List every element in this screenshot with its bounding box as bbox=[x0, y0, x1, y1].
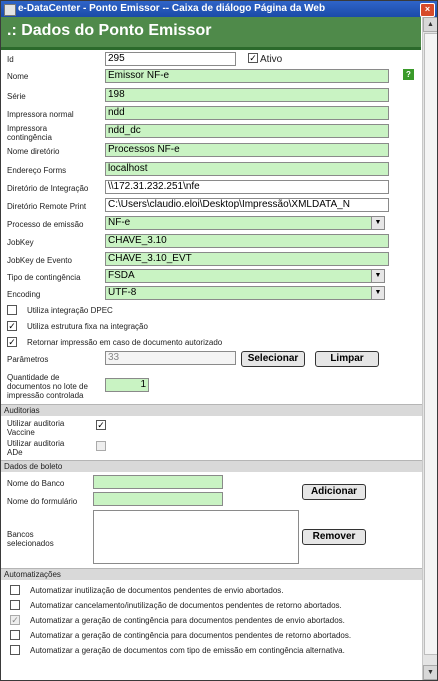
chevron-down-icon[interactable]: ▼ bbox=[371, 217, 384, 229]
endereco-forms-input[interactable]: localhost bbox=[105, 162, 389, 176]
parametros-input[interactable]: 33 bbox=[105, 351, 236, 365]
auditorias-section-header: Auditorias bbox=[1, 404, 422, 416]
ade-checkbox[interactable] bbox=[96, 441, 106, 451]
id-input[interactable]: 295 bbox=[105, 52, 236, 66]
encoding-value: UTF-8 bbox=[108, 287, 137, 298]
estrutura-fixa-checkbox[interactable]: ✓ bbox=[7, 321, 17, 331]
ativo-label: Ativo bbox=[260, 54, 283, 65]
vaccine-checkbox[interactable]: ✓ bbox=[96, 420, 106, 430]
close-button[interactable]: × bbox=[420, 3, 435, 17]
jobkey-evento-input[interactable]: CHAVE_3.10_EVT bbox=[105, 252, 389, 266]
impressora-contingencia-label-2: contingência bbox=[7, 133, 52, 142]
impressora-normal-input[interactable]: ndd bbox=[105, 106, 389, 120]
impressora-normal-label: Impressora normal bbox=[7, 110, 74, 119]
page-title: .: Dados do Ponto Emissor bbox=[7, 22, 212, 39]
processo-emissao-label: Processo de emissão bbox=[7, 220, 84, 229]
auto-inutilizacao-label: Automatizar inutilização de documentos p… bbox=[30, 586, 284, 595]
help-icon[interactable]: ? bbox=[403, 69, 414, 80]
bancos-selecionados-label-1: Bancos bbox=[7, 530, 34, 539]
chevron-down-icon[interactable]: ▼ bbox=[371, 270, 384, 282]
tipo-contingencia-label: Tipo de contingência bbox=[7, 273, 81, 282]
bancos-selecionados-label-2: selecionados bbox=[7, 539, 54, 548]
impressora-contingencia-label-1: Impressora bbox=[7, 124, 48, 133]
formulario-label: Nome do formulário bbox=[7, 497, 78, 506]
auto-contingencia-envio-checkbox[interactable]: ✓ bbox=[10, 615, 20, 625]
dpec-checkbox[interactable] bbox=[7, 305, 17, 315]
auto-emissao-alternativa-label: Automatizar a geração de documentos com … bbox=[30, 646, 345, 655]
serie-label: Série bbox=[7, 92, 26, 101]
title-bar: e-DataCenter - Ponto Emissor -- Caixa de… bbox=[1, 1, 437, 17]
scroll-down-button[interactable]: ▼ bbox=[423, 665, 437, 680]
vaccine-label-2: Vaccine bbox=[7, 428, 35, 437]
nome-label: Nome bbox=[7, 72, 29, 81]
endereco-forms-label: Endereço Forms bbox=[7, 166, 67, 175]
vaccine-label-1: Utilizar auditoria bbox=[7, 419, 65, 428]
ade-label-1: Utilizar auditoria bbox=[7, 439, 65, 448]
serie-input[interactable]: 198 bbox=[105, 88, 389, 102]
banco-input[interactable] bbox=[93, 475, 223, 489]
retornar-impressao-label: Retornar impressão em caso de documento … bbox=[27, 338, 223, 347]
limpar-button[interactable]: Limpar bbox=[315, 351, 379, 367]
scroll-thumb[interactable] bbox=[424, 33, 437, 655]
quantidade-input[interactable]: 1 bbox=[105, 378, 149, 392]
window-title: e-DataCenter - Ponto Emissor -- Caixa de… bbox=[18, 3, 326, 14]
tipo-contingencia-select[interactable]: FSDA ▼ bbox=[105, 269, 385, 283]
diretorio-integracao-label: Diretório de Integração bbox=[7, 184, 89, 193]
chevron-down-icon[interactable]: ▼ bbox=[371, 287, 384, 299]
auto-cancelamento-checkbox[interactable] bbox=[10, 600, 20, 610]
app-icon bbox=[4, 4, 16, 16]
jobkey-label: JobKey bbox=[7, 238, 34, 247]
jobkey-evento-label: JobKey de Evento bbox=[7, 256, 72, 265]
auto-cancelamento-label: Automatizar cancelamento/inutilização de… bbox=[30, 601, 342, 610]
auto-emissao-alternativa-checkbox[interactable] bbox=[10, 645, 20, 655]
jobkey-input[interactable]: CHAVE_3.10 bbox=[105, 234, 389, 248]
ativo-checkbox[interactable]: ✓ bbox=[248, 53, 258, 63]
diretorio-integracao-input[interactable]: \\172.31.232.251\nfe bbox=[105, 180, 389, 194]
adicionar-button[interactable]: Adicionar bbox=[302, 484, 366, 500]
dialog-window: e-DataCenter - Ponto Emissor -- Caixa de… bbox=[0, 0, 438, 681]
diretorio-remote-print-label: Diretório Remote Print bbox=[7, 202, 87, 211]
encoding-select[interactable]: UTF-8 ▼ bbox=[105, 286, 385, 300]
id-label: Id bbox=[7, 55, 14, 64]
vertical-scrollbar[interactable]: ▲ ▼ bbox=[422, 17, 437, 680]
bancos-selecionados-list[interactable] bbox=[93, 510, 299, 564]
auto-inutilizacao-checkbox[interactable] bbox=[10, 585, 20, 595]
quantidade-label-2: documentos no lote de bbox=[7, 382, 88, 391]
nome-diretorio-input[interactable]: Processos NF-e bbox=[105, 143, 389, 157]
quantidade-label-3: impressão controlada bbox=[7, 391, 84, 400]
processo-emissao-value: NF-e bbox=[108, 217, 131, 228]
retornar-impressao-checkbox[interactable]: ✓ bbox=[7, 337, 17, 347]
impressora-contingencia-input[interactable]: ndd_dc bbox=[105, 124, 389, 138]
nome-diretorio-label: Nome diretório bbox=[7, 147, 60, 156]
formulario-input[interactable] bbox=[93, 492, 223, 506]
diretorio-remote-print-input[interactable]: C:\Users\claudio.eloi\Desktop\Impressão\… bbox=[105, 198, 389, 212]
remover-button[interactable]: Remover bbox=[302, 529, 366, 545]
selecionar-button[interactable]: Selecionar bbox=[241, 351, 305, 367]
banco-label: Nome do Banco bbox=[7, 479, 65, 488]
auto-contingencia-retorno-label: Automatizar a geração de contingência pa… bbox=[30, 631, 352, 640]
ade-label-2: ADe bbox=[7, 448, 23, 457]
quantidade-label-1: Quantidade de bbox=[7, 373, 60, 382]
estrutura-fixa-label: Utiliza estrutura fixa na integração bbox=[27, 322, 148, 331]
boleto-section-header: Dados de boleto bbox=[1, 460, 422, 472]
encoding-label: Encoding bbox=[7, 290, 41, 299]
tipo-contingencia-value: FSDA bbox=[108, 270, 135, 281]
parametros-label: Parâmetros bbox=[7, 355, 49, 364]
dpec-label: Utiliza integração DPEC bbox=[27, 306, 113, 315]
processo-emissao-select[interactable]: NF-e ▼ bbox=[105, 216, 385, 230]
page-header: .: Dados do Ponto Emissor bbox=[1, 17, 421, 50]
auto-contingencia-retorno-checkbox[interactable] bbox=[10, 630, 20, 640]
automatizacoes-section-header: Automatizações bbox=[1, 568, 422, 580]
auto-contingencia-envio-label: Automatizar a geração de contingência pa… bbox=[30, 616, 345, 625]
nome-input[interactable]: Emissor NF-e bbox=[105, 69, 389, 83]
scroll-up-button[interactable]: ▲ bbox=[423, 17, 437, 32]
